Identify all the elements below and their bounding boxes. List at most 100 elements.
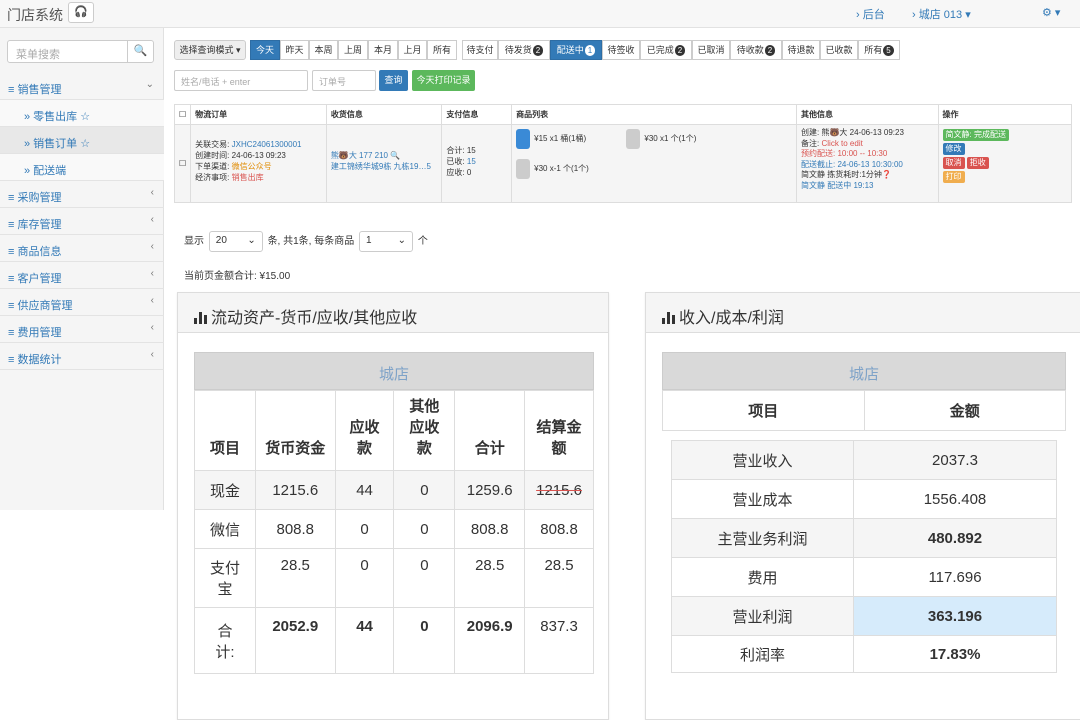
tab-label: 待签收 xyxy=(607,45,635,55)
tab-label: 待支付 xyxy=(466,45,494,55)
tab-label: 所有 xyxy=(864,45,883,55)
tab-completed[interactable]: 已完成 2 xyxy=(640,40,692,60)
tab-cancelled[interactable]: 已取消 xyxy=(692,40,730,60)
sidebar-item-purchase[interactable]: ≡ 采购管理 ‹ xyxy=(0,181,164,208)
query-button[interactable]: 查询 xyxy=(379,70,408,91)
sidebar-item-label: ≡ 销售管理 xyxy=(8,84,62,96)
tab-label: 待收款 xyxy=(736,45,764,55)
print-button[interactable]: 打印 xyxy=(942,171,965,183)
table-cell: 费用 xyxy=(671,557,854,597)
menu-search[interactable]: 菜单搜索 🔍 xyxy=(7,40,154,63)
search-icon[interactable]: 🔍 xyxy=(127,41,153,62)
table-cell: 营业收入 xyxy=(671,440,854,480)
page-size-value: 20 xyxy=(215,235,227,246)
tab-pending-shipment[interactable]: 待发货 2 xyxy=(498,40,550,60)
table-row[interactable]: ☐ 关联交易: JXHC24061300001 创建时间: 24-06-13 0… xyxy=(173,124,1072,203)
list-item: ¥15 x1 桶(1桶) xyxy=(534,134,587,144)
reject-button[interactable]: 拒收 xyxy=(966,157,989,169)
sidebar-item-products[interactable]: ≡ 商品信息 ‹ xyxy=(0,235,164,262)
table-cell: 808.8 xyxy=(524,509,594,549)
print-log-button[interactable]: 今天打印记录 xyxy=(412,70,475,91)
product-image-icon xyxy=(626,129,641,149)
tab-this-month[interactable]: 本月 xyxy=(368,40,398,60)
tab-this-week[interactable]: 本周 xyxy=(309,40,338,60)
table-cell: 17.83% xyxy=(853,635,1057,673)
table-row: 合计: 2052.9 44 0 2096.9 837.3 xyxy=(194,607,594,674)
page-size-select[interactable]: 20 ⌄ xyxy=(208,231,263,252)
sidebar-item-label: ≡ 库存管理 xyxy=(8,219,62,231)
menu-search-input[interactable]: 菜单搜索 xyxy=(16,46,60,62)
pay-paid-label: 已收: xyxy=(446,157,465,166)
chevron-down-icon: ▾ xyxy=(965,9,971,21)
table-cell: 1259.6 xyxy=(454,470,526,510)
created-time: 创建时间: 24-06-13 09:23 xyxy=(195,151,286,160)
gear-icon[interactable]: ⚙ ▾ xyxy=(1042,6,1060,19)
tab-pending-sign[interactable]: 待签收 xyxy=(602,40,640,60)
pay-paid-value[interactable]: 15 xyxy=(467,157,476,166)
table-row: 营业利润 363.196 xyxy=(671,596,1057,636)
receiver-info[interactable]: 熊🐻大 177 210 🔍 xyxy=(331,150,438,161)
channel-label: 下单渠道: xyxy=(195,162,230,171)
tab-last-week[interactable]: 上周 xyxy=(338,40,368,60)
panel-title: 流动资产-货币/应收/其他应收 xyxy=(211,310,418,327)
page-total: 当前页金额合计: ¥15.00 xyxy=(184,271,291,282)
store-name-header: 城店 xyxy=(662,352,1066,390)
chevron-left-icon: ‹ xyxy=(150,214,154,225)
pay-total: 合计: 15 xyxy=(446,146,476,155)
sidebar-item-statistics[interactable]: ≡ 数据统计 ‹ xyxy=(0,343,164,370)
note-edit-link[interactable]: Click to edit xyxy=(821,139,862,148)
sidebar-item-sales-order[interactable]: » 销售订单 ☆ xyxy=(0,127,164,154)
item-count-select[interactable]: 1 ⌄ xyxy=(359,231,414,252)
sidebar-item-customers[interactable]: ≡ 客户管理 ‹ xyxy=(0,262,164,289)
count-badge: 2 xyxy=(674,45,686,56)
sidebar-item-inventory[interactable]: ≡ 库存管理 ‹ xyxy=(0,208,164,235)
order-number-input[interactable]: 订单号 xyxy=(312,70,376,91)
sidebar-item-delivery[interactable]: » 配送端 xyxy=(0,154,164,181)
chevron-left-icon: ‹ xyxy=(150,349,154,360)
tab-last-month[interactable]: 上月 xyxy=(398,40,427,60)
table-cell: 现金 xyxy=(194,470,256,510)
table-cell: 0 xyxy=(393,470,456,510)
backend-link[interactable]: › 后台 xyxy=(856,6,885,22)
edit-button[interactable]: 修改 xyxy=(942,143,965,155)
table-cell: 28.5 xyxy=(454,548,526,608)
tab-today[interactable]: 今天 xyxy=(250,40,280,60)
name-phone-input[interactable]: 姓名/电话 + enter xyxy=(174,70,308,91)
unit-label: 个 xyxy=(417,236,428,248)
tab-pending-collection[interactable]: 待收款 2 xyxy=(730,40,782,60)
per-item-label: 每条商品 xyxy=(314,236,355,248)
bar-chart-icon xyxy=(194,312,207,324)
cancel-button[interactable]: 取消 xyxy=(942,157,965,169)
headphone-icon[interactable]: 🎧 xyxy=(68,2,94,23)
tab-collected[interactable]: 已收款 xyxy=(820,40,858,60)
table-cell: 837.3 xyxy=(524,607,594,674)
tab-pending-payment[interactable]: 待支付 xyxy=(462,40,498,60)
column-header: 其他应收款 xyxy=(393,390,456,471)
chevron-down-icon: ⌄ xyxy=(145,79,154,90)
panel-header: 流动资产-货币/应收/其他应收 xyxy=(178,293,608,333)
sidebar-item-label: » 配送端 xyxy=(24,165,67,177)
deadline-time: 配送截止: 24-06-13 10:30:00 xyxy=(801,159,903,169)
select-all-checkbox[interactable]: ☐ xyxy=(173,104,192,125)
row-checkbox[interactable]: ☐ xyxy=(173,124,192,203)
store-selector[interactable]: › 城店 013 ▾ xyxy=(912,6,971,22)
column-header: 结算金额 xyxy=(524,390,594,471)
sidebar-item-sales[interactable]: ≡ 销售管理 ⌄ xyxy=(0,73,164,100)
table-header: 项目 货币资金 应收款 其他应收款 合计 结算金额 xyxy=(194,390,594,471)
tab-yesterday[interactable]: 昨天 xyxy=(280,40,309,60)
trade-link[interactable]: JXHC24061300001 xyxy=(232,140,302,149)
query-mode-dropdown[interactable]: 选择查询模式 ▾ xyxy=(174,40,246,60)
tab-delivering[interactable]: 配送中 1 xyxy=(550,40,602,60)
tab-all-time[interactable]: 所有 xyxy=(427,40,457,60)
table-cell: 合计: xyxy=(194,607,256,674)
sidebar-item-suppliers[interactable]: ≡ 供应商管理 ‹ xyxy=(0,289,164,316)
receiver-address[interactable]: 建工锦绣华城9栋 九栋19…5 xyxy=(331,161,438,172)
trade-label: 关联交易: xyxy=(195,140,230,149)
sidebar-item-expenses[interactable]: ≡ 费用管理 ‹ xyxy=(0,316,164,343)
table-cell: 2052.9 xyxy=(254,607,336,674)
column-header: 商品列表 xyxy=(511,104,798,125)
sidebar-item-retail-out[interactable]: » 零售出库 ☆ xyxy=(0,100,164,127)
tab-all-status[interactable]: 所有 5 xyxy=(858,40,900,60)
complete-delivery-button[interactable]: 简文静: 完成配送 xyxy=(942,129,1009,141)
tab-pending-refund[interactable]: 待退款 xyxy=(782,40,820,60)
